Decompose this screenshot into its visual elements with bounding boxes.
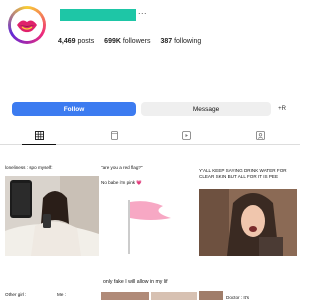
following-count[interactable]: 387 following xyxy=(160,38,201,45)
tab-clips[interactable] xyxy=(179,128,193,142)
post-3[interactable]: Y'ALL KEEP SAYING DRINK WATER FOR CLEAR … xyxy=(199,160,297,258)
followers-count[interactable]: 699K followers xyxy=(104,38,150,45)
post-6-caption: Doctor : It's xyxy=(226,295,250,300)
tab-grid[interactable] xyxy=(22,128,56,145)
more-options-button[interactable]: ... xyxy=(138,6,147,16)
post-4-caption-a: Other girl : xyxy=(5,292,27,297)
post-2[interactable]: "are you a red flag?" No babe i'm pink 💗 xyxy=(101,160,199,258)
username-redaction xyxy=(60,9,136,21)
profile-tabs xyxy=(0,126,300,145)
reels-icon xyxy=(110,130,118,140)
post-3-caption: Y'ALL KEEP SAYING DRINK WATER FOR CLEAR … xyxy=(199,168,287,179)
profile-stats: 4,469 posts 699K followers 387 following xyxy=(58,38,209,45)
post-5-image-right xyxy=(151,292,197,300)
tab-tagged[interactable] xyxy=(253,128,267,142)
tagged-icon xyxy=(255,130,265,140)
post-5[interactable]: only fake I will allow in my lif xyxy=(101,260,199,300)
message-button[interactable]: Message xyxy=(141,102,271,116)
profile-avatar[interactable] xyxy=(8,6,46,44)
post-1-caption: loneliness : spo myself: xyxy=(5,165,53,170)
tab-reels[interactable] xyxy=(107,128,121,142)
post-2-caption-question: "are you a red flag?" xyxy=(101,165,143,170)
post-6[interactable]: Doctor : It's xyxy=(199,260,297,300)
post-1-image xyxy=(5,176,99,256)
post-6-image xyxy=(199,291,223,300)
post-5-image-left xyxy=(101,292,149,300)
post-5-caption: only fake I will allow in my lif xyxy=(103,279,168,285)
follow-button[interactable]: Follow xyxy=(12,102,136,116)
post-3-image xyxy=(199,189,297,256)
post-2-caption-answer: No babe i'm pink 💗 xyxy=(101,180,143,185)
post-1[interactable]: loneliness : spo myself: xyxy=(3,160,101,258)
posts-count[interactable]: 4,469 posts xyxy=(58,38,94,45)
post-4-caption-b: Me : xyxy=(57,292,66,297)
pink-flag-icon xyxy=(128,200,171,254)
post-4[interactable]: Other girl : Me : xyxy=(3,260,101,300)
play-icon xyxy=(181,130,191,140)
lips-logo-icon xyxy=(11,9,43,41)
grid-icon xyxy=(34,130,44,140)
suggested-accounts-button[interactable]: +R xyxy=(275,102,289,116)
